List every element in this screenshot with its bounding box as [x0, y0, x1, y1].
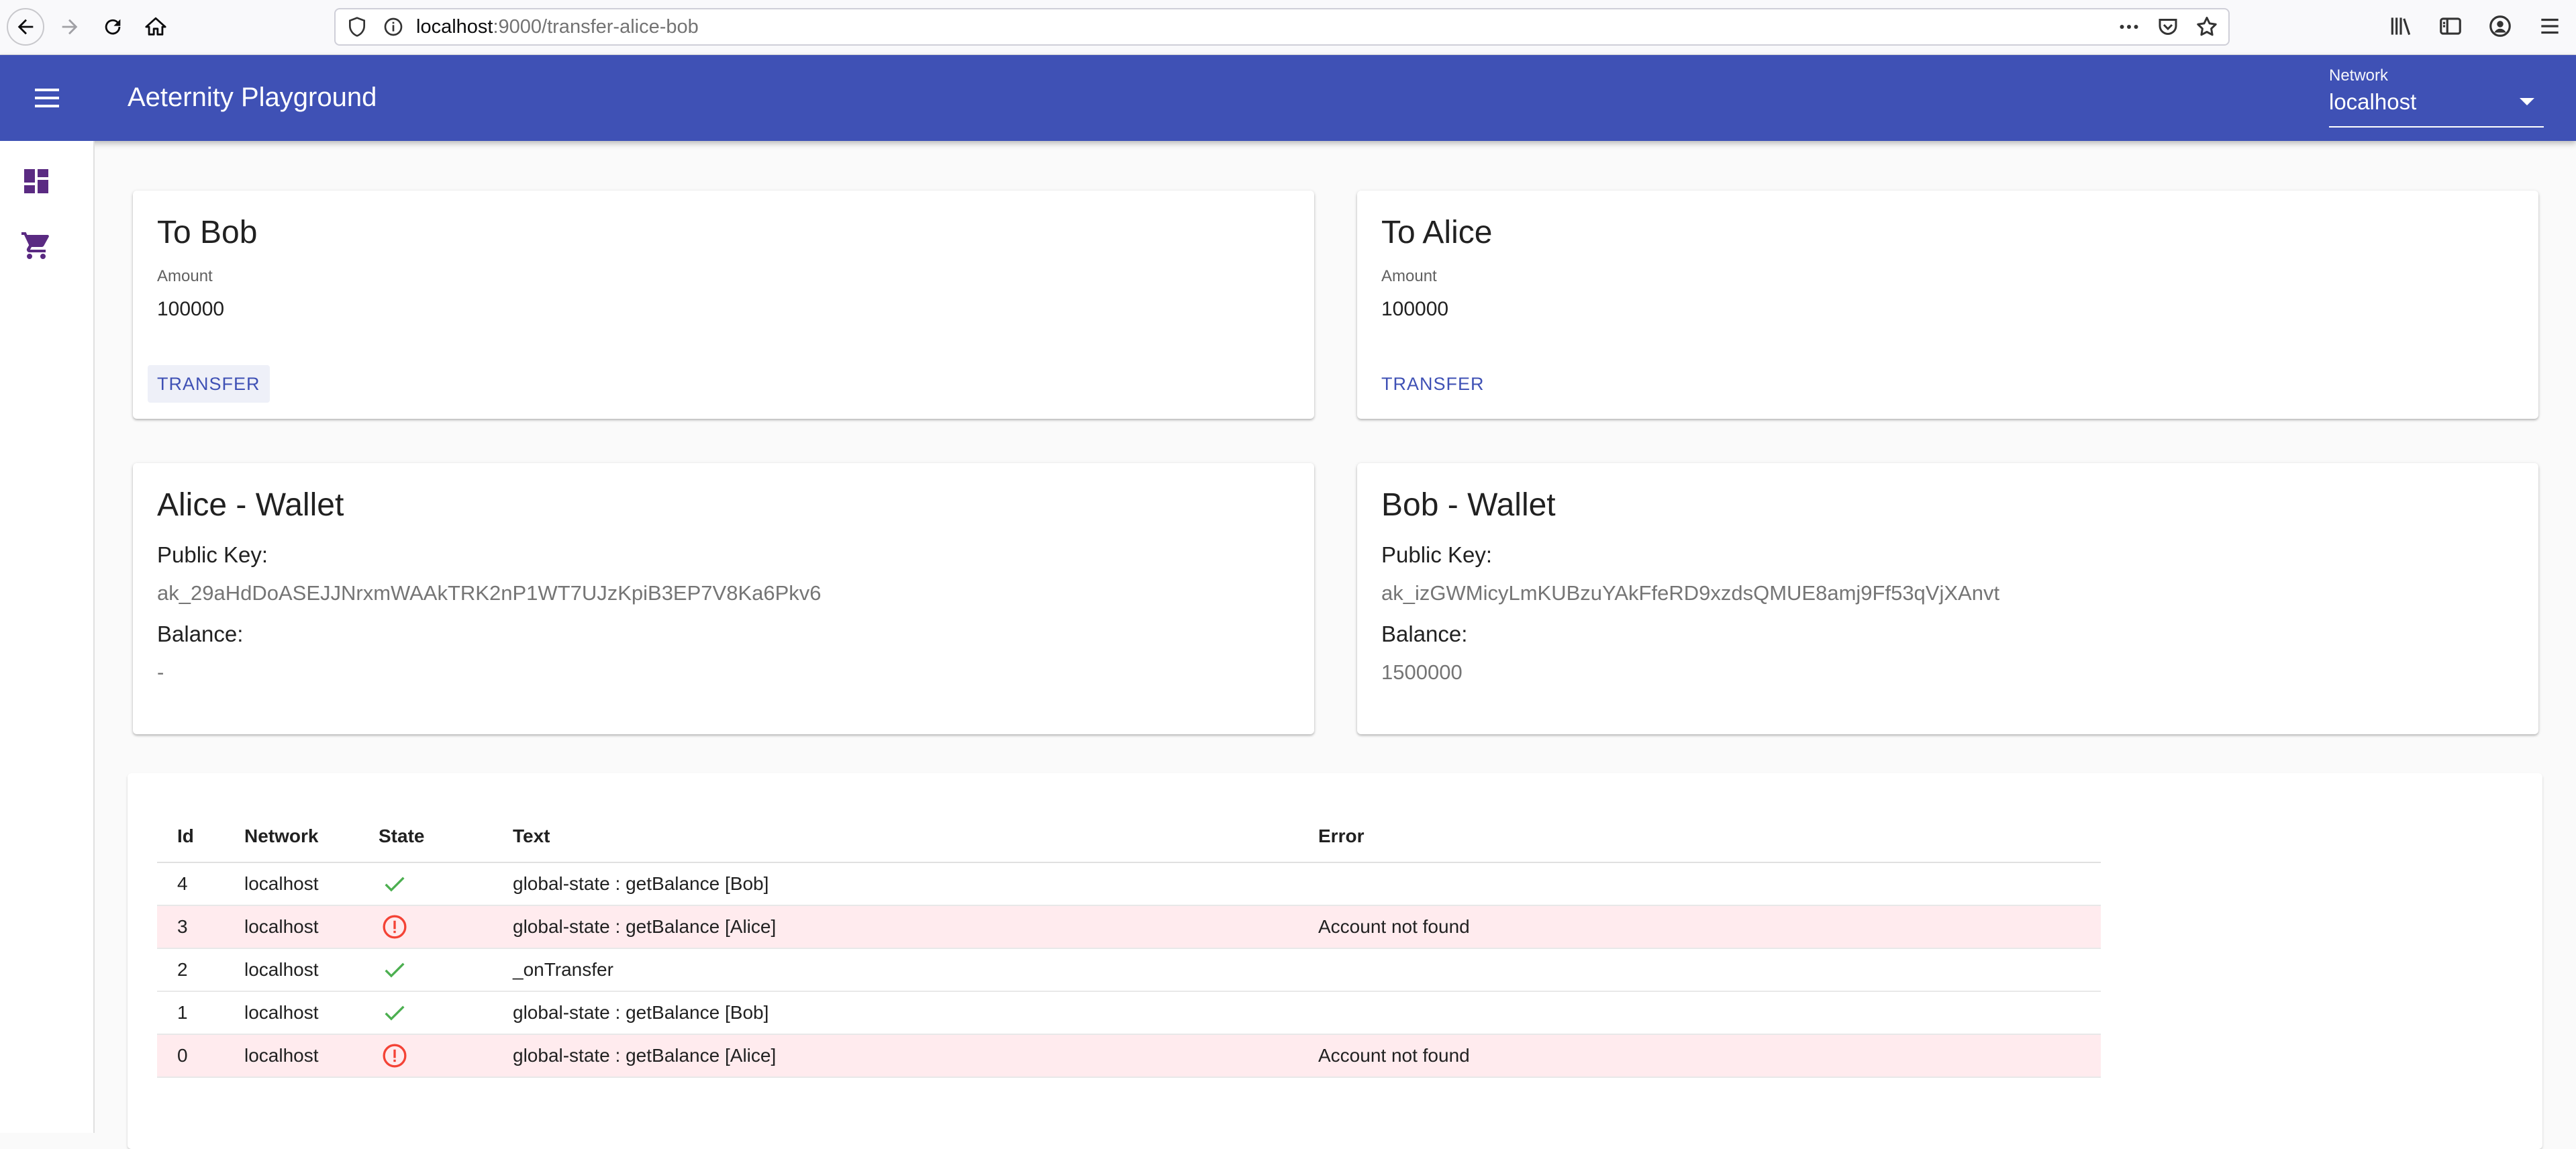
url-path: :9000/transfer-alice-bob — [493, 16, 699, 38]
table-row: 3 localhost global-state : getBalance [Ali… — [157, 905, 2101, 949]
amount-input[interactable]: 100000 — [157, 298, 224, 321]
hamburger-menu-icon[interactable] — [2537, 13, 2563, 39]
to-bob-card: To Bob Amount 100000 TRANSFER — [133, 191, 1314, 419]
cell-network: localhost — [244, 948, 379, 992]
pocket-icon[interactable] — [2156, 15, 2180, 39]
select-underline — [2329, 126, 2544, 128]
cell-text: global-state : getBalance [Alice] — [513, 905, 1318, 949]
table-row: 0 localhost global-state : getBalance [Ali… — [157, 1034, 2101, 1078]
log-table-body: 4 localhost global-state : getBalance [Bob… — [157, 862, 2101, 1078]
cell-state — [379, 862, 513, 906]
cell-text: _onTransfer — [513, 948, 1318, 992]
account-icon[interactable] — [2487, 13, 2513, 39]
column-header-text: Text — [513, 811, 1318, 863]
cell-state — [379, 991, 513, 1035]
bookmark-star-icon[interactable] — [2195, 15, 2219, 39]
shopping-cart-icon[interactable] — [20, 230, 52, 262]
cell-id: 4 — [157, 862, 244, 906]
cell-state — [379, 948, 513, 992]
home-icon — [145, 17, 166, 36]
alice-wallet-card: Alice - Wallet Public Key: ak_29aHdDoASE… — [133, 463, 1314, 734]
bob-wallet-card: Bob - Wallet Public Key: ak_izGWMicyLmKU… — [1357, 463, 2538, 734]
table-row: 4 localhost global-state : getBalance [Bob… — [157, 862, 2101, 906]
menu-icon[interactable] — [30, 82, 64, 114]
dropdown-arrow-icon — [2520, 98, 2534, 105]
cell-error — [1318, 862, 2101, 906]
cell-text: global-state : getBalance [Alice] — [513, 1034, 1318, 1078]
network-select[interactable]: Network localhost — [2329, 66, 2544, 128]
balance-value: 1500000 — [1381, 660, 1463, 684]
log-table: Id Network State Text Error 4 localhost gl… — [157, 811, 2101, 1078]
card-title: To Alice — [1381, 215, 1493, 250]
public-key-value: ak_izGWMicyLmKUBzuYAkFfeRD9xzdsQMUE8amj9… — [1381, 581, 2000, 605]
cell-id: 1 — [157, 991, 244, 1035]
error-icon — [383, 915, 407, 939]
network-value: localhost — [2329, 89, 2417, 114]
dashboard-icon[interactable] — [20, 165, 52, 197]
home-button[interactable] — [137, 8, 175, 46]
check-icon — [385, 877, 405, 892]
amount-label: Amount — [157, 267, 213, 285]
cell-state — [379, 1034, 513, 1078]
sidebar-icon[interactable] — [2438, 13, 2463, 39]
url-host: localhost — [416, 16, 493, 38]
app-title: Aeternity Playground — [128, 83, 377, 112]
cell-id: 0 — [157, 1034, 244, 1078]
cell-network: localhost — [244, 991, 379, 1035]
to-alice-card: To Alice Amount 100000 TRANSFER — [1357, 191, 2538, 419]
cell-id: 2 — [157, 948, 244, 992]
library-icon[interactable] — [2388, 13, 2414, 39]
cell-error — [1318, 948, 2101, 992]
cell-network: localhost — [244, 1034, 379, 1078]
cell-network: localhost — [244, 862, 379, 906]
cell-error: Account not found — [1318, 1034, 2101, 1078]
check-icon — [385, 1005, 405, 1021]
browser-toolbar: localhost:9000/transfer-alice-bob — [0, 0, 2576, 55]
arrow-right-icon — [62, 19, 78, 35]
cell-state — [379, 905, 513, 949]
table-header-row: Id Network State Text Error — [157, 811, 2101, 863]
public-key-label: Public Key: — [1381, 542, 1493, 567]
arrow-left-icon — [17, 19, 34, 35]
table-row: 1 localhost global-state : getBalance [Bob… — [157, 991, 2101, 1035]
public-key-value: ak_29aHdDoASEJJNrxmWAAkTRK2nP1WT7UJzKpiB… — [157, 581, 822, 605]
card-title: To Bob — [157, 215, 258, 250]
shield-icon[interactable] — [346, 16, 368, 38]
balance-label: Balance: — [1381, 621, 1468, 646]
column-header-error: Error — [1318, 811, 2101, 863]
more-options-icon[interactable] — [2117, 15, 2141, 39]
reload-icon — [105, 19, 121, 35]
reload-button[interactable] — [94, 8, 132, 46]
error-icon — [383, 1044, 407, 1068]
column-header-id: Id — [157, 811, 244, 863]
url-bar[interactable]: localhost:9000/transfer-alice-bob — [334, 8, 2230, 46]
side-drawer — [0, 141, 95, 1133]
amount-input[interactable]: 100000 — [1381, 298, 1448, 321]
balance-value: - — [157, 660, 164, 684]
column-header-network: Network — [244, 811, 379, 863]
info-icon[interactable] — [383, 16, 404, 38]
cell-network: localhost — [244, 905, 379, 949]
network-label: Network — [2329, 66, 2389, 85]
cell-id: 3 — [157, 905, 244, 949]
cell-text: global-state : getBalance [Bob] — [513, 991, 1318, 1035]
transfer-to-bob-button[interactable]: TRANSFER — [148, 365, 270, 403]
check-icon — [385, 962, 405, 978]
column-header-state: State — [379, 811, 513, 863]
cell-error: Account not found — [1318, 905, 2101, 949]
wallet-title: Alice - Wallet — [157, 487, 344, 523]
balance-label: Balance: — [157, 621, 244, 646]
transfer-to-alice-button[interactable]: TRANSFER — [1372, 365, 1494, 403]
wallet-title: Bob - Wallet — [1381, 487, 1556, 523]
cell-error — [1318, 991, 2101, 1035]
table-row: 2 localhost _onTransfer — [157, 948, 2101, 992]
public-key-label: Public Key: — [157, 542, 268, 567]
app-bar: Aeternity Playground Network localhost — [0, 55, 2576, 141]
back-button[interactable] — [7, 8, 44, 46]
url-text[interactable]: localhost:9000/transfer-alice-bob — [416, 9, 699, 44]
forward-button[interactable] — [51, 8, 89, 46]
amount-label: Amount — [1381, 267, 1437, 285]
cell-text: global-state : getBalance [Bob] — [513, 862, 1318, 906]
log-table-card: Id Network State Text Error 4 localhost gl… — [128, 773, 2542, 1149]
